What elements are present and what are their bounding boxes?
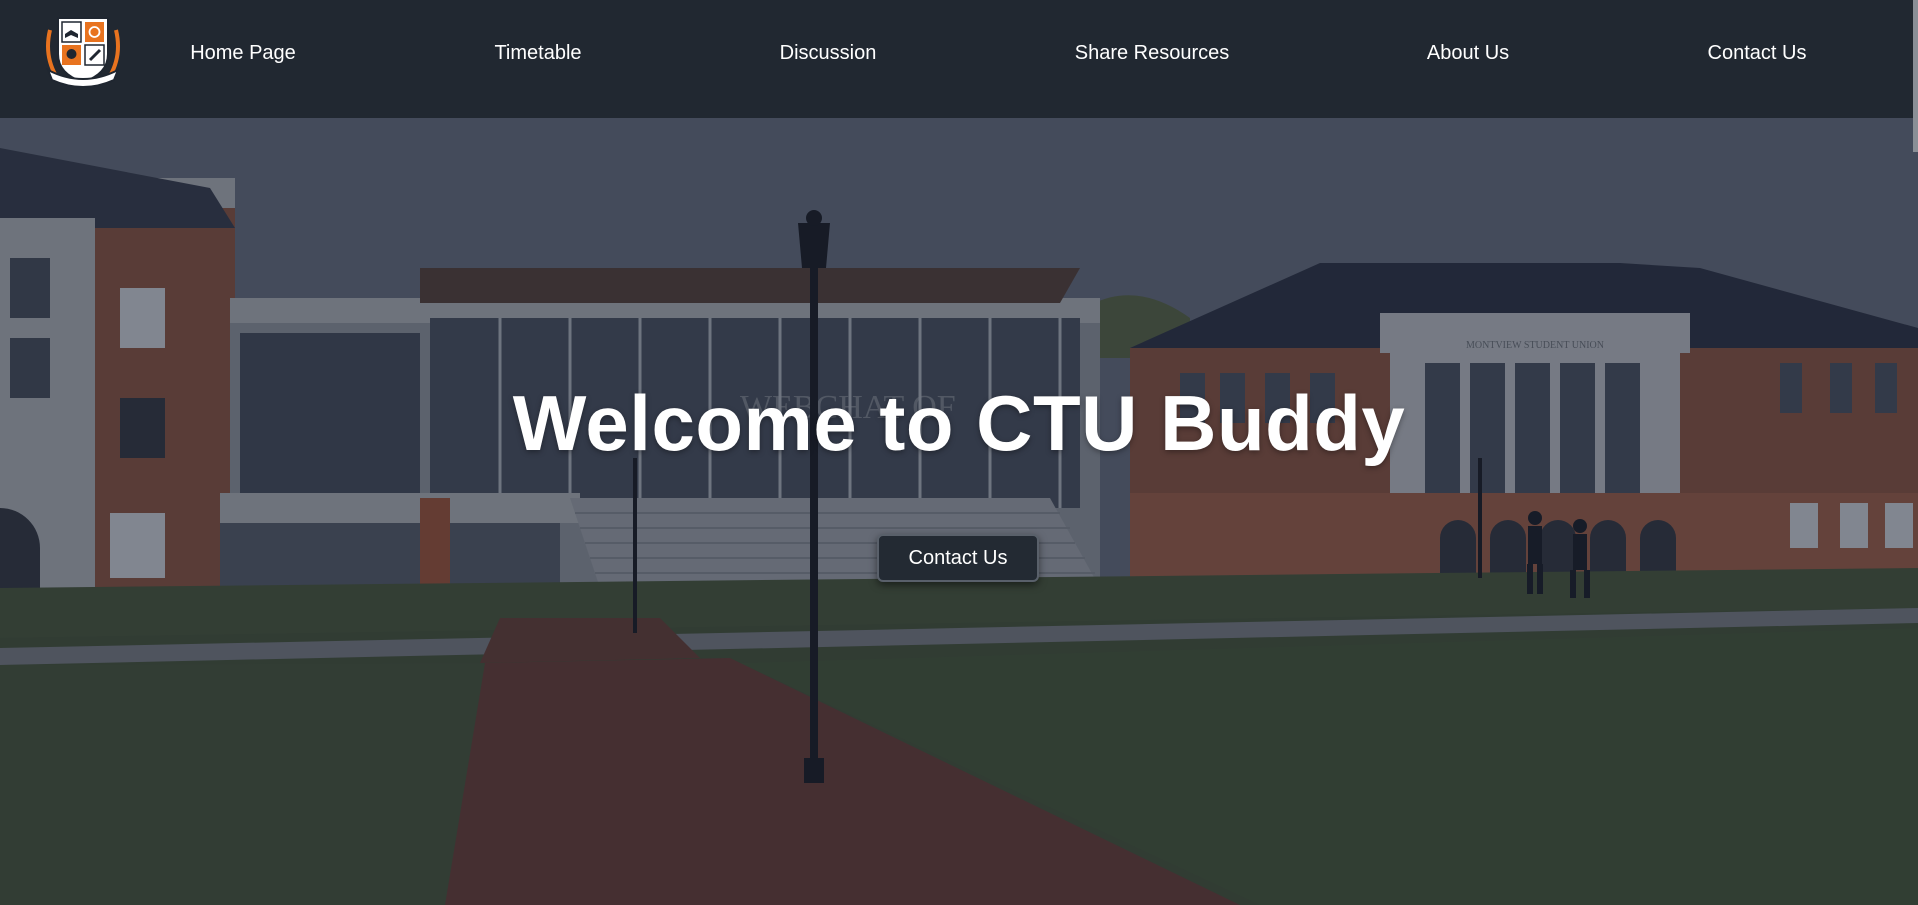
nav-discussion[interactable]: Discussion <box>780 42 877 65</box>
college-crest-icon[interactable] <box>42 10 124 92</box>
page-scrollbar[interactable] <box>1913 0 1918 152</box>
campus-photo: MONTVIEW STUDENT UNION WEBCHAT OF <box>0 118 1918 905</box>
hero-section: MONTVIEW STUDENT UNION WEBCHAT OF Welcom… <box>0 118 1918 905</box>
nav-share-resources[interactable]: Share Resources <box>1075 42 1230 65</box>
hero-title: Welcome to CTU Buddy <box>512 379 1406 467</box>
nav-home-page[interactable]: Home Page <box>190 42 296 65</box>
top-navbar: Home Page Timetable Discussion Share Res… <box>0 0 1918 118</box>
nav-about-us[interactable]: About Us <box>1427 42 1509 65</box>
nav-timetable[interactable]: Timetable <box>494 42 581 65</box>
contact-us-button[interactable]: Contact Us <box>877 534 1039 582</box>
nav-contact-us[interactable]: Contact Us <box>1708 42 1807 65</box>
